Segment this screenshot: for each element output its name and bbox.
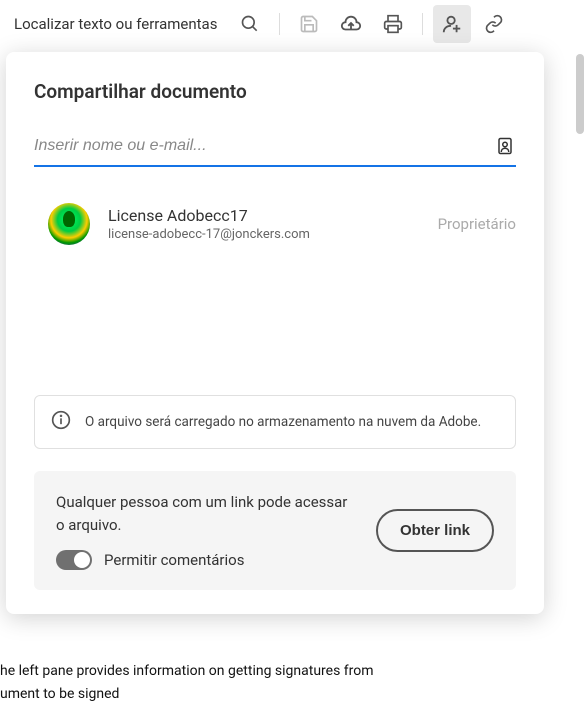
toolbar-separator bbox=[279, 13, 280, 35]
address-book-icon[interactable] bbox=[494, 135, 516, 157]
link-share-box: Qualquer pessoa com um link pode acessar… bbox=[34, 471, 516, 590]
get-link-button[interactable]: Obter link bbox=[376, 509, 494, 553]
link-access-description: Qualquer pessoa com um link pode acessar… bbox=[56, 491, 358, 536]
share-people-icon[interactable] bbox=[433, 5, 471, 43]
allow-comments-label: Permitir comentários bbox=[104, 551, 244, 569]
scrollbar-thumb[interactable] bbox=[576, 54, 584, 134]
allow-comments-row: Permitir comentários bbox=[56, 550, 358, 570]
cloud-info-box: O arquivo será carregado no armazenament… bbox=[34, 395, 516, 449]
info-icon bbox=[51, 410, 71, 434]
bg-line: he left pane provides information on get… bbox=[0, 660, 374, 682]
top-toolbar: Localizar texto ou ferramentas bbox=[0, 0, 586, 48]
toolbar-separator bbox=[422, 13, 423, 35]
search-icon[interactable] bbox=[231, 5, 269, 43]
user-info: License Adobecc17 license-adobecc-17@jon… bbox=[108, 206, 420, 242]
user-name: License Adobecc17 bbox=[108, 206, 420, 225]
search-placeholder-text[interactable]: Localizar texto ou ferramentas bbox=[8, 11, 223, 37]
link-icon[interactable] bbox=[475, 5, 513, 43]
info-text: O arquivo será carregado no armazenament… bbox=[85, 414, 481, 430]
popup-title: Compartilhar documento bbox=[34, 80, 516, 103]
avatar bbox=[48, 203, 90, 245]
bg-line: ument to be signed bbox=[0, 683, 374, 705]
user-email: license-adobecc-17@jonckers.com bbox=[108, 227, 420, 242]
link-left-column: Qualquer pessoa com um link pode acessar… bbox=[56, 491, 358, 570]
save-icon[interactable] bbox=[290, 5, 328, 43]
cloud-upload-icon[interactable] bbox=[332, 5, 370, 43]
background-document-text: he left pane provides information on get… bbox=[0, 660, 374, 705]
share-document-popup: Compartilhar documento License Adobecc17… bbox=[6, 52, 544, 614]
allow-comments-toggle[interactable] bbox=[56, 550, 92, 570]
owner-row: License Adobecc17 license-adobecc-17@jon… bbox=[34, 203, 516, 245]
owner-role-label: Proprietário bbox=[438, 215, 516, 233]
recipient-input-row bbox=[34, 133, 516, 167]
recipient-input[interactable] bbox=[34, 133, 494, 159]
print-icon[interactable] bbox=[374, 5, 412, 43]
